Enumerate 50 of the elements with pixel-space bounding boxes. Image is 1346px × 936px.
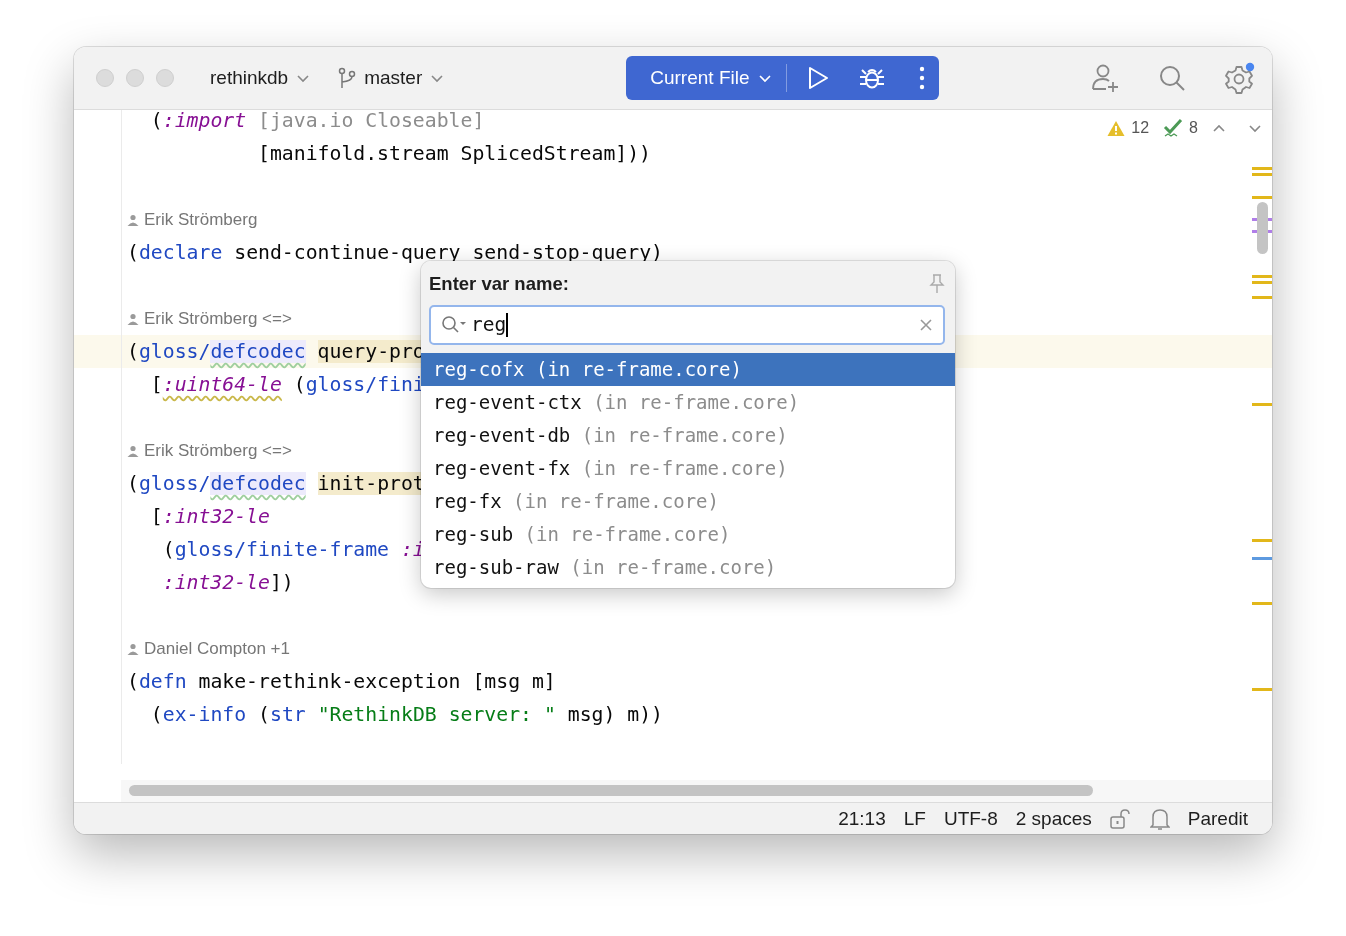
line-separator[interactable]: LF <box>903 807 926 830</box>
author-annotation: Erik Strömberg <=> <box>144 308 292 329</box>
code-line: (declare send-continue-query send-stop-query) <box>126 241 663 264</box>
search-icon <box>441 315 467 335</box>
warning-count: 12 <box>1131 119 1150 137</box>
author-annotation: Erik Strömberg <=> <box>144 440 292 461</box>
settings-icon[interactable] <box>1224 62 1256 94</box>
caret-position[interactable]: 21:13 <box>838 807 886 830</box>
lock-icon[interactable] <box>1109 808 1132 829</box>
code-line: [:int32-le <box>149 505 270 528</box>
add-user-icon[interactable] <box>1090 63 1120 93</box>
person-icon <box>127 312 139 325</box>
chevron-down-icon[interactable] <box>1248 123 1262 133</box>
popup-title: Enter var name: <box>429 273 569 295</box>
file-encoding[interactable]: UTF-8 <box>943 807 998 830</box>
author-annotation: Daniel Compton +1 <box>144 638 290 659</box>
branch-icon <box>338 67 357 89</box>
author-annotation: Erik Strömberg <box>144 209 258 230</box>
person-icon <box>127 642 139 655</box>
warning-icon[interactable] <box>1107 119 1126 137</box>
project-selector[interactable]: rethinkdb <box>202 63 319 93</box>
code-line: (ex-info (str "RethinkDB server: " msg) m)) <box>149 703 663 726</box>
chevron-down-icon <box>296 73 311 83</box>
chevron-down-icon <box>757 73 772 83</box>
chevron-down-icon <box>430 73 445 83</box>
more-icon[interactable] <box>918 66 925 90</box>
bell-icon[interactable] <box>1149 806 1170 831</box>
branch-selector[interactable]: master <box>330 63 453 93</box>
check-count: 8 <box>1189 119 1198 137</box>
chevron-up-icon[interactable] <box>1212 123 1226 133</box>
editor-mode[interactable]: Paredit <box>1187 807 1248 830</box>
code-line: [manifold.stream SplicedStream])) <box>257 142 652 165</box>
search-field[interactable]: reg <box>429 305 945 345</box>
pin-icon[interactable] <box>929 274 945 294</box>
suggestion-item[interactable]: reg-event-db (in re-frame.core) <box>421 419 955 452</box>
search-icon[interactable] <box>1158 64 1186 92</box>
person-icon <box>127 444 139 457</box>
code-line: :int32-le]) <box>161 571 294 594</box>
suggestion-item[interactable]: reg-event-fx (in re-frame.core) <box>421 452 955 485</box>
horizontal-scrollbar[interactable] <box>129 785 1093 796</box>
checkmark-icon[interactable] <box>1163 118 1184 138</box>
clear-icon[interactable] <box>919 318 933 332</box>
vertical-scrollbar[interactable] <box>1257 202 1268 254</box>
suggestion-item[interactable]: reg-fx (in re-frame.core) <box>421 485 955 518</box>
code-line: (defn make-rethink-exception [msg m] <box>126 670 556 693</box>
run-icon[interactable] <box>806 66 829 90</box>
indent-setting[interactable]: 2 spaces <box>1015 807 1092 830</box>
suggestion-item[interactable]: reg-cofx (in re-frame.core) <box>421 353 955 386</box>
person-icon <box>127 213 139 226</box>
code-line: (:import [java.io Closeable] <box>149 110 485 132</box>
